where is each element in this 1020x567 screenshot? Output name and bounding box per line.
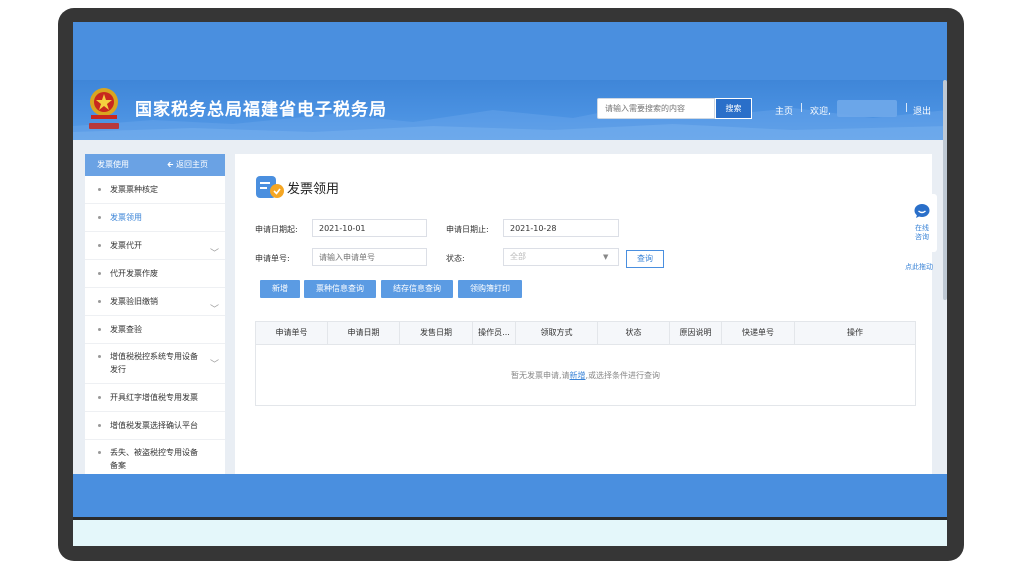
empty-message-suffix: ,或选择条件进行查询 — [585, 371, 661, 380]
empty-message-prefix: 暂无发票申请,请 — [510, 371, 570, 380]
ticket-info-query-button[interactable]: 票种信息查询 — [304, 280, 376, 298]
balance-info-query-button[interactable]: 结存信息查询 — [381, 280, 453, 298]
sidebar-item-device-issue[interactable]: 增值税税控系统专用设备发行 ﹀ — [85, 344, 225, 384]
nav-separator: | — [800, 103, 804, 113]
page-title: 发票领用 — [287, 182, 340, 197]
back-home-link[interactable]: 🡰 返回主页 — [167, 154, 208, 176]
browser-screen: 国家税务总局福建省电子税务局 搜索 主页 | 欢迎, | 退出 发票使用 🡰 返… — [73, 22, 947, 546]
sidebar-item-void-proxy[interactable]: 代开发票作废 — [85, 260, 225, 288]
sidebar: 发票使用 🡰 返回主页 发票票种核定 发票领用 发票代开 ﹀ 代开发票作废 发票… — [85, 154, 225, 474]
chat-bubble-icon — [914, 204, 930, 218]
column-header: 申请日期 — [328, 322, 400, 344]
site-header: 国家税务总局福建省电子税务局 搜索 主页 | 欢迎, | 退出 — [73, 80, 947, 140]
search-button[interactable]: 搜索 — [715, 98, 752, 119]
sidebar-item-confirm-platform[interactable]: 增值税发票选择确认平台 — [85, 412, 225, 440]
status-select[interactable]: 全部 — [503, 248, 619, 266]
sidebar-item-ticket-type[interactable]: 发票票种核定 — [85, 176, 225, 204]
sidebar-item-proxy-issue[interactable]: 发票代开 ﹀ — [85, 232, 225, 260]
sidebar-item-verify-cancel[interactable]: 发票验旧缴销 ﹀ — [85, 288, 225, 316]
column-header: 发售日期 — [400, 322, 473, 344]
purchase-book-print-button[interactable]: 领购簿打印 — [458, 280, 522, 298]
tax-bureau-emblem-icon — [89, 88, 119, 129]
sidebar-item-label: 增值税税控系统专用设备发行 — [110, 352, 198, 374]
query-button[interactable]: 查询 — [626, 250, 664, 268]
search-input[interactable] — [597, 98, 715, 119]
column-header: 原因说明 — [670, 322, 722, 344]
sidebar-item-label: 发票代开 — [110, 241, 142, 250]
bottom-band — [73, 474, 947, 517]
sidebar-item-red-invoice[interactable]: 开具红字增值税专用发票 — [85, 384, 225, 412]
chevron-down-icon: ﹀ — [209, 359, 219, 370]
bullet-icon — [98, 355, 101, 358]
sidebar-item-label: 发票领用 — [110, 213, 142, 222]
nav-logout-link[interactable]: 退出 — [913, 104, 931, 117]
drag-handle-label[interactable]: 点此拖动 — [905, 262, 933, 272]
sidebar-header: 发票使用 🡰 返回主页 — [85, 154, 225, 176]
status-label: 状态: — [446, 254, 465, 263]
column-header: 申请单号 — [256, 322, 328, 344]
sidebar-section-title: 发票使用 — [97, 160, 129, 169]
bullet-icon — [98, 327, 101, 331]
site-title: 国家税务总局福建省电子税务局 — [135, 100, 387, 120]
back-home-label: 返回主页 — [176, 160, 209, 169]
page-scrollbar[interactable] — [943, 80, 947, 300]
start-date-label: 申请日期起: — [255, 225, 298, 234]
bullet-icon — [98, 187, 101, 191]
nav-welcome-text: 欢迎, — [810, 107, 831, 117]
application-number-input[interactable] — [312, 248, 427, 266]
add-button[interactable]: 新增 — [260, 280, 300, 298]
bullet-icon — [98, 215, 101, 219]
sidebar-item-label: 发票验旧缴销 — [110, 297, 158, 306]
back-arrow-icon: 🡰 — [167, 160, 174, 169]
chat-label-line2: 咨询 — [915, 233, 929, 241]
sidebar-item-label: 发票查验 — [110, 325, 142, 334]
empty-table-message: 暂无发票申请,请新增,或选择条件进行查询 — [256, 370, 915, 381]
column-header: 操作 — [847, 328, 863, 337]
table-header: 申请单号 申请日期 发售日期 操作员... 领取方式 状态 原因说明 快递单号 … — [256, 322, 915, 345]
chat-label-line1: 在线 — [915, 224, 929, 232]
sidebar-item-label: 开具红字增值税专用发票 — [110, 393, 198, 402]
bullet-icon — [98, 395, 101, 399]
online-consult-widget[interactable]: 在线 咨询 — [907, 194, 937, 252]
sidebar-item-label: 发票票种核定 — [110, 185, 158, 194]
user-name-blurred — [837, 100, 897, 117]
bottom-light-band — [73, 520, 947, 546]
sidebar-item-lost-device[interactable]: 丢失、被盗税控专用设备备案 — [85, 440, 225, 474]
bullet-icon — [98, 451, 101, 454]
application-number-label: 申请单号: — [255, 254, 290, 263]
nav-home-link[interactable]: 主页 — [775, 104, 793, 117]
sidebar-item-label: 增值税发票选择确认平台 — [110, 421, 198, 430]
bullet-icon — [98, 423, 101, 427]
end-date-field[interactable] — [503, 219, 619, 237]
body-area: 发票使用 🡰 返回主页 发票票种核定 发票领用 发票代开 ﹀ 代开发票作废 发票… — [73, 140, 947, 474]
empty-add-link[interactable]: 新增 — [570, 371, 586, 380]
invoice-application-table: 申请单号 申请日期 发售日期 操作员... 领取方式 状态 原因说明 快递单号 … — [255, 321, 916, 406]
bullet-icon — [98, 271, 101, 275]
column-header: 快递单号 — [722, 322, 795, 344]
sidebar-item-label: 代开发票作废 — [110, 269, 158, 278]
bullet-icon — [98, 299, 101, 303]
start-date-field[interactable] — [312, 219, 427, 237]
sidebar-item-invoice-check[interactable]: 发票查验 — [85, 316, 225, 344]
main-content: 发票领用 申请日期起: 申请日期止: 申请单号: 状态: 全部 ▼ 查询 新增 … — [235, 154, 932, 474]
top-band — [73, 22, 947, 80]
sidebar-item-invoice-claim[interactable]: 发票领用 — [85, 204, 225, 232]
column-header: 领取方式 — [516, 322, 598, 344]
column-header: 状态 — [598, 322, 670, 344]
end-date-label: 申请日期止: — [446, 225, 489, 234]
online-consult-label: 在线 咨询 — [907, 224, 937, 242]
sidebar-item-label: 丢失、被盗税控专用设备备案 — [110, 448, 198, 470]
nav-separator: | — [905, 103, 909, 113]
invoice-document-icon — [256, 176, 284, 198]
status-selected-value: 全部 — [510, 252, 526, 261]
bullet-icon — [98, 243, 101, 247]
column-header: 操作员... — [473, 322, 516, 344]
chevron-down-icon: ▼ — [603, 253, 609, 261]
